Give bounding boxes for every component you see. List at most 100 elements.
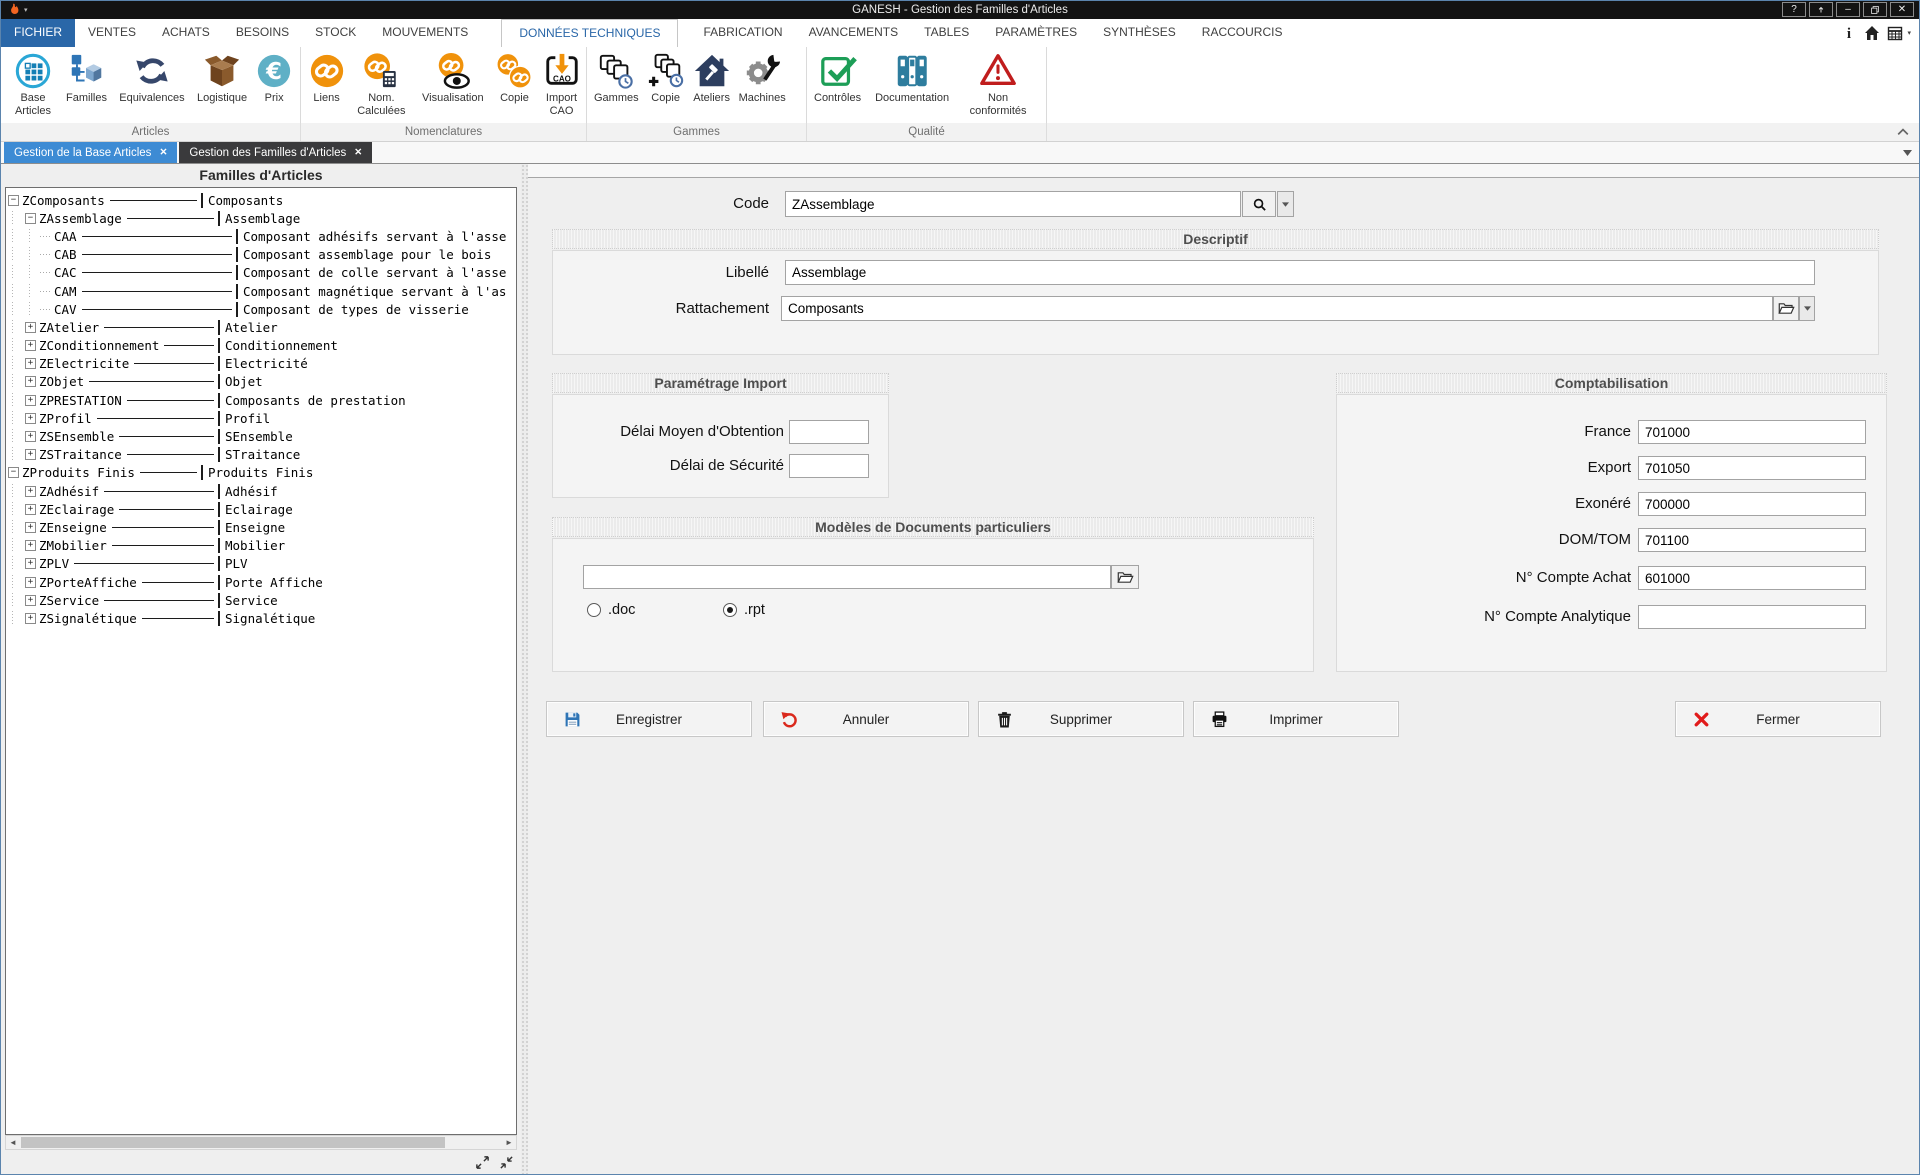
home-icon[interactable]: [1864, 25, 1880, 41]
tree-row-zstraitance[interactable]: +ZSTraitanceSTraitance: [6, 446, 516, 464]
expand-node-icon[interactable]: +: [25, 558, 36, 569]
tree-row-zcomposants[interactable]: −ZComposantsComposants: [6, 191, 516, 209]
menu-tab-fichier[interactable]: FICHIER: [1, 19, 75, 47]
expand-node-icon[interactable]: +: [25, 540, 36, 551]
imprimer-button[interactable]: Imprimer: [1193, 701, 1399, 737]
menu-tab-raccourcis[interactable]: RACCOURCIS: [1189, 19, 1296, 47]
expand-node-icon[interactable]: +: [25, 504, 36, 515]
menu-tab-tables[interactable]: TABLES: [911, 19, 982, 47]
tree-row-zplv[interactable]: +ZPLVPLV: [6, 555, 516, 573]
annuler-button[interactable]: Annuler: [763, 701, 969, 737]
fermer-button[interactable]: Fermer: [1675, 701, 1881, 737]
ribbon-button-copie[interactable]: Copie: [492, 49, 537, 106]
expand-node-icon[interactable]: +: [25, 322, 36, 333]
ribbon-button-non-conformites[interactable]: Non conformités: [959, 49, 1037, 118]
enregistrer-button[interactable]: Enregistrer: [546, 701, 752, 737]
tree-row-zconditionnement[interactable]: +ZConditionnementConditionnement: [6, 337, 516, 355]
expand-node-icon[interactable]: +: [25, 358, 36, 369]
ribbon-collapse-icon[interactable]: [1897, 128, 1909, 136]
restore-button[interactable]: [1863, 2, 1887, 17]
libelle-input[interactable]: [785, 260, 1815, 285]
radio-doc[interactable]: .doc: [587, 602, 635, 618]
ribbon-button-import-cao[interactable]: CAOImport CAO: [537, 49, 586, 118]
ribbon-button-gammes[interactable]: Gammes: [590, 49, 643, 106]
delai-securite-input[interactable]: [789, 454, 869, 478]
tree-row-zadhesif[interactable]: +ZAdhésifAdhésif: [6, 482, 516, 500]
expand-node-icon[interactable]: +: [25, 431, 36, 442]
expand-node-icon[interactable]: +: [25, 613, 36, 624]
expand-node-icon[interactable]: +: [25, 577, 36, 588]
ribbon-button-equivalences[interactable]: Equivalences: [111, 49, 193, 106]
ribbon-button-documentation[interactable]: Documentation: [865, 49, 959, 106]
ribbon-button-ateliers[interactable]: Ateliers: [689, 49, 735, 106]
expand-node-icon[interactable]: +: [25, 395, 36, 406]
document-tab-gestion-des-familles-d-articles[interactable]: Gestion des Familles d'Articles✕: [179, 142, 372, 163]
help-button[interactable]: ?: [1782, 2, 1806, 17]
ribbon-button-copie[interactable]: Copie: [643, 49, 689, 106]
tree-row-cac[interactable]: CACComposant de colle servant à l'asse: [6, 264, 516, 282]
tree-row-zproduits-finis[interactable]: −ZProduits FinisProduits Finis: [6, 464, 516, 482]
menu-tab-stock[interactable]: STOCK: [302, 19, 369, 47]
expand-node-icon[interactable]: +: [25, 340, 36, 351]
scrollbar-thumb[interactable]: [21, 1137, 445, 1148]
modele-folder-button[interactable]: [1111, 565, 1139, 589]
tree-row-zsignaletique[interactable]: +ZSignalétiqueSignalétique: [6, 609, 516, 627]
code-search-button[interactable]: [1242, 191, 1276, 217]
expand-node-icon[interactable]: +: [25, 413, 36, 424]
supprimer-button[interactable]: Supprimer: [978, 701, 1184, 737]
radio-doc-circle-icon[interactable]: [587, 603, 601, 617]
tree-row-zservice[interactable]: +ZServiceService: [6, 591, 516, 609]
tab-close-icon[interactable]: ✕: [159, 147, 167, 158]
pin-button[interactable]: [1809, 2, 1833, 17]
tab-close-icon[interactable]: ✕: [354, 147, 362, 158]
tree-row-zassemblage[interactable]: −ZAssemblageAssemblage: [6, 209, 516, 227]
ribbon-button-machines[interactable]: Machines: [735, 49, 790, 106]
code-dropdown-button[interactable]: [1277, 191, 1294, 217]
menu-tab-ventes[interactable]: VENTES: [75, 19, 149, 47]
tree-row-zprofil[interactable]: +ZProfilProfil: [6, 409, 516, 427]
panel-splitter[interactable]: [521, 164, 528, 1175]
compta-input-export[interactable]: [1638, 456, 1866, 480]
menu-tab-donnees-techniques[interactable]: DONNÉES TECHNIQUES: [501, 19, 678, 47]
compta-input-france[interactable]: [1638, 420, 1866, 444]
tree-row-zatelier[interactable]: +ZAtelierAtelier: [6, 318, 516, 336]
tree-row-cab[interactable]: CABComposant assemblage pour le bois: [6, 246, 516, 264]
tree-row-zprestation[interactable]: +ZPRESTATIONComposants de prestation: [6, 391, 516, 409]
info-icon[interactable]: i: [1841, 25, 1857, 41]
menu-tab-achats[interactable]: ACHATS: [149, 19, 223, 47]
minimize-button[interactable]: –: [1836, 2, 1860, 17]
close-button[interactable]: ✕: [1890, 2, 1914, 17]
collapse-node-icon[interactable]: −: [8, 195, 19, 206]
expand-node-icon[interactable]: +: [25, 486, 36, 497]
ribbon-button-base-articles[interactable]: Base Articles: [4, 49, 62, 118]
code-input[interactable]: [785, 191, 1241, 217]
expand-node-icon[interactable]: +: [25, 522, 36, 533]
menu-tab-besoins[interactable]: BESOINS: [223, 19, 302, 47]
tree-row-zeclairage[interactable]: +ZEclairageEclairage: [6, 500, 516, 518]
tree-row-zporteaffiche[interactable]: +ZPorteAffichePorte Affiche: [6, 573, 516, 591]
expand-node-icon[interactable]: +: [25, 449, 36, 460]
collapse-panel-icon[interactable]: [499, 1155, 514, 1170]
ribbon-button-visualisation[interactable]: Visualisation: [414, 49, 492, 106]
menu-tab-avancements[interactable]: AVANCEMENTS: [796, 19, 912, 47]
document-tab-gestion-de-la-base-articles[interactable]: Gestion de la Base Articles✕: [4, 142, 177, 163]
ribbon-button-controles[interactable]: Contrôles: [810, 49, 865, 106]
tab-list-caret-icon[interactable]: [1903, 150, 1912, 156]
scroll-right-icon[interactable]: ►: [502, 1136, 516, 1149]
delai-moyen-input[interactable]: [789, 420, 869, 444]
tree-row-zelectricite[interactable]: +ZElectriciteElectricité: [6, 355, 516, 373]
expand-node-icon[interactable]: +: [25, 376, 36, 387]
ribbon-button-nom-calculees[interactable]: Nom. Calculées: [349, 49, 414, 118]
collapse-node-icon[interactable]: −: [8, 467, 19, 478]
compta-input-n-compte-analytique[interactable]: [1638, 605, 1866, 629]
rattachement-folder-button[interactable]: [1773, 296, 1799, 321]
rattachement-dropdown-button[interactable]: [1799, 296, 1815, 321]
collapse-node-icon[interactable]: −: [25, 213, 36, 224]
expand-panel-icon[interactable]: [475, 1155, 490, 1170]
compta-input-n-compte-achat[interactable]: [1638, 566, 1866, 590]
ribbon-button-familles[interactable]: Familles: [62, 49, 111, 106]
scroll-left-icon[interactable]: ◄: [6, 1136, 20, 1149]
tree-horizontal-scrollbar[interactable]: ◄ ►: [5, 1135, 517, 1150]
menu-tab-fabrication[interactable]: FABRICATION: [690, 19, 795, 47]
tree-row-zenseigne[interactable]: +ZEnseigneEnseigne: [6, 518, 516, 536]
